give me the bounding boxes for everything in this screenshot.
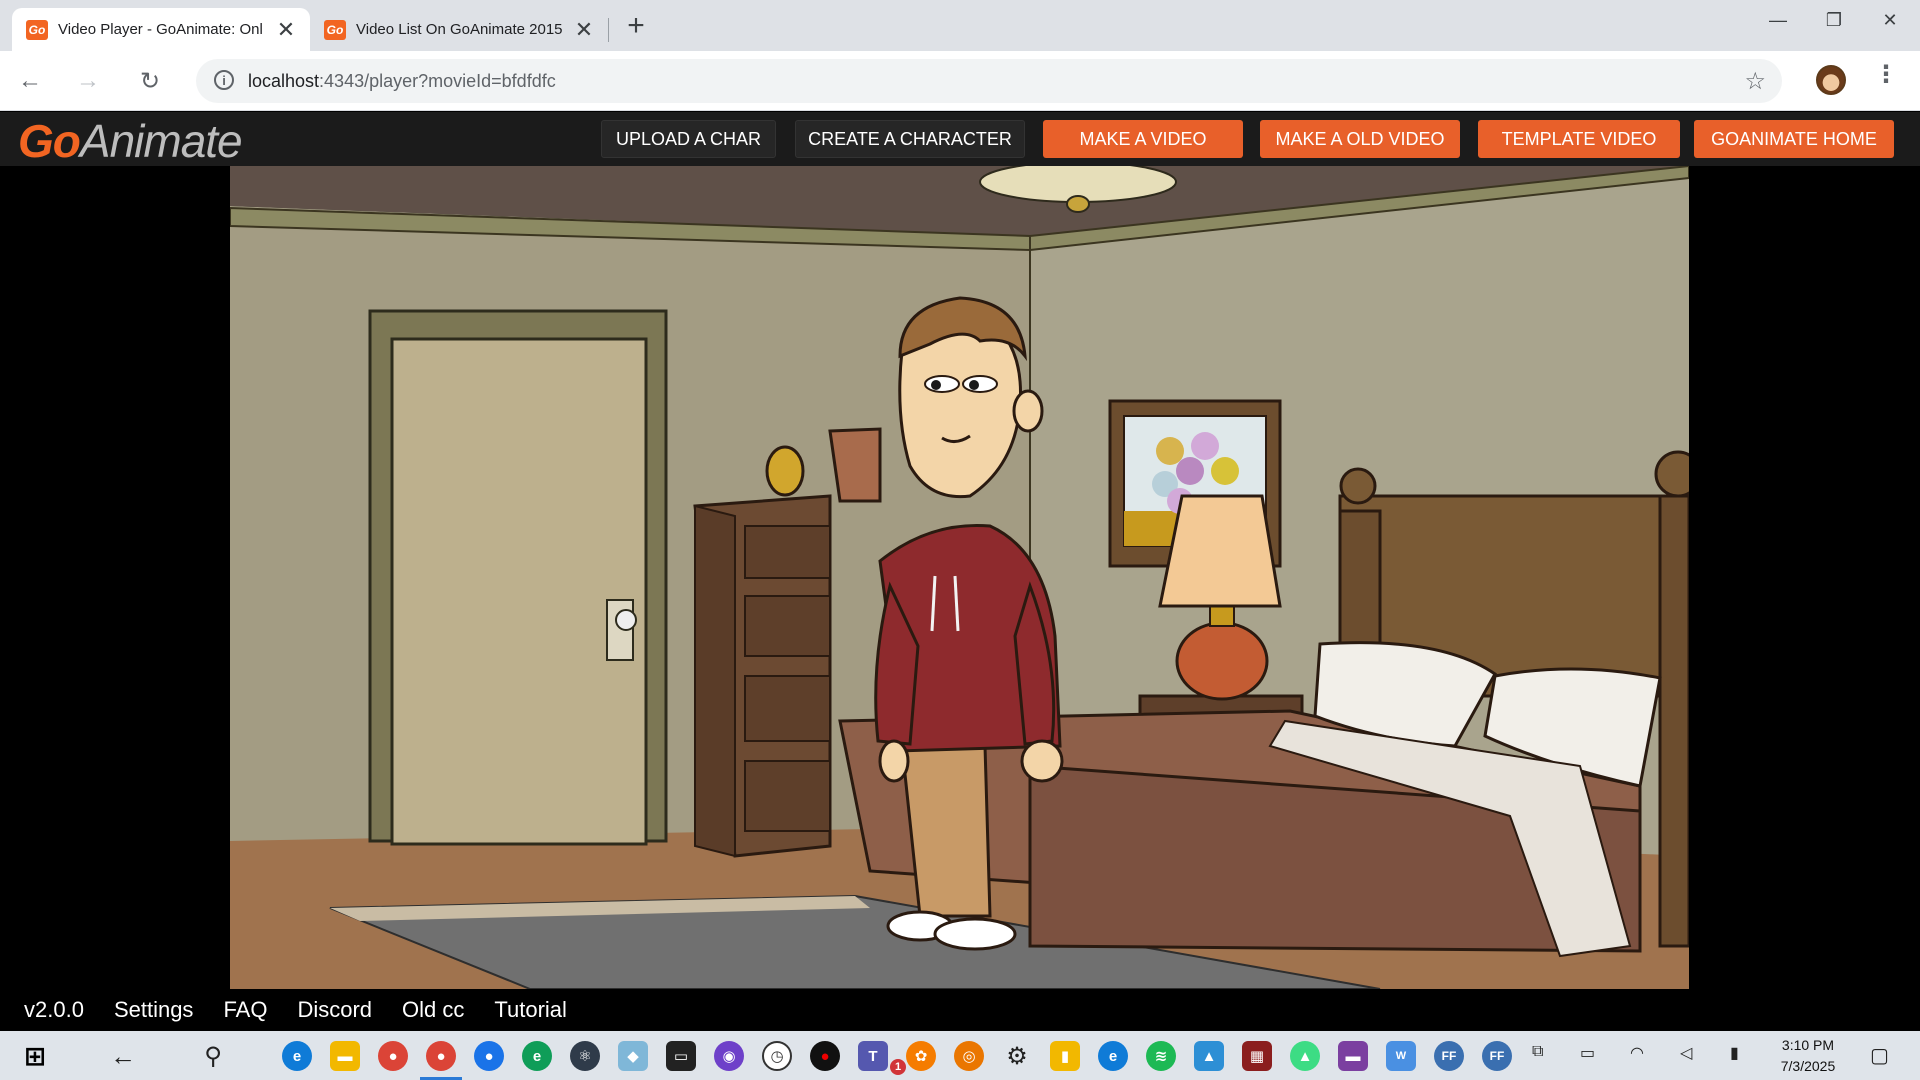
site-info-icon[interactable]: i <box>214 70 234 90</box>
woo-icon[interactable]: W <box>1386 1041 1416 1071</box>
tab-video-list[interactable]: Go Video List On GoAnimate 2015 ✕ <box>310 8 608 51</box>
goanimate-home-button[interactable]: GOANIMATE HOME <box>1694 120 1894 158</box>
tab-separator <box>608 18 609 42</box>
make-a-video-button[interactable]: MAKE A VIDEO <box>1043 120 1243 158</box>
edge-browser-icon[interactable]: e <box>282 1041 312 1071</box>
settings-link[interactable]: Settings <box>114 997 194 1023</box>
clapperboard-icon[interactable]: ▬ <box>1338 1041 1368 1071</box>
notification-badge: 1 <box>890 1059 906 1075</box>
close-window-button[interactable]: ✕ <box>1862 4 1918 36</box>
fl-studio-icon[interactable]: ✿ <box>906 1041 936 1071</box>
file-explorer-icon[interactable]: ▬ <box>330 1041 360 1071</box>
windows-taskbar: ⊞ ← ⚲ e ▬ ● ● ● e ⚛ ◆ ▭ ◉ ◷ ● T 1 ✿ ◎ ⚙ … <box>0 1031 1920 1080</box>
faq-link[interactable]: FAQ <box>223 997 267 1023</box>
electron-icon[interactable]: ⚛ <box>570 1041 600 1071</box>
ffdec-alt-icon[interactable]: FF <box>1482 1041 1512 1071</box>
minimize-button[interactable]: — <box>1750 4 1806 36</box>
bookmark-star-icon[interactable]: ☆ <box>1744 67 1766 96</box>
upload-char-button[interactable]: UPLOAD A CHAR <box>601 120 776 158</box>
battery-icon[interactable]: ▭ <box>1580 1043 1595 1063</box>
taskbar-clock[interactable]: 3:10 PM 7/3/2025 <box>1770 1035 1846 1077</box>
tutorial-link[interactable]: Tutorial <box>494 997 567 1023</box>
ffdec-icon[interactable]: FF <box>1434 1041 1464 1071</box>
new-tab-button[interactable]: + <box>620 10 652 42</box>
restore-button[interactable]: ❐ <box>1806 4 1862 36</box>
site-header: GoAnimate UPLOAD A CHAR CREATE A CHARACT… <box>0 112 1920 168</box>
create-character-button[interactable]: CREATE A CHARACTER <box>795 120 1025 158</box>
url-host: localhost <box>248 71 320 91</box>
video-player-stage[interactable] <box>230 166 1689 989</box>
settings-gear-icon[interactable]: ⚙ <box>1002 1041 1032 1071</box>
back-arrow-icon[interactable]: ← <box>108 1041 138 1071</box>
make-a-old-video-button[interactable]: MAKE A OLD VIDEO <box>1260 120 1460 158</box>
goanimate-favicon-icon: Go <box>324 19 346 40</box>
forward-arrow-icon[interactable]: → <box>72 65 104 97</box>
volume-icon[interactable]: ◁ <box>1680 1043 1692 1063</box>
browser-tab-strip: Go Video Player - GoAnimate: Onl ✕ Go Vi… <box>0 0 1920 51</box>
clock-date: 7/3/2025 <box>1780 1058 1836 1074</box>
photos-icon[interactable]: ▲ <box>1194 1041 1224 1071</box>
tab-video-player[interactable]: Go Video Player - GoAnimate: Onl ✕ <box>12 8 310 51</box>
tab-title: Video Player - GoAnimate: Onl <box>58 21 263 38</box>
winrar-icon[interactable]: ▦ <box>1242 1041 1272 1071</box>
browser-toolbar: ← → ↻ i localhost:4343/player?movieId=bf… <box>0 51 1920 111</box>
reload-icon[interactable]: ↻ <box>134 65 166 97</box>
chrome-icon[interactable]: ● <box>378 1041 408 1071</box>
android-icon[interactable]: ▲ <box>1290 1041 1320 1071</box>
back-arrow-icon[interactable]: ← <box>14 65 46 97</box>
logo-go: Go <box>18 115 81 167</box>
goanimate-logo[interactable]: GoAnimate <box>18 114 243 168</box>
teams-icon[interactable]: T <box>858 1041 888 1071</box>
site-footer: v2.0.0 Settings FAQ Discord Old cc Tutor… <box>0 989 1920 1031</box>
wifi-icon[interactable]: ◠ <box>1630 1043 1644 1063</box>
close-tab-icon[interactable]: ✕ <box>274 17 298 42</box>
action-center-icon[interactable]: ▢ <box>1870 1043 1889 1068</box>
edge-beta-icon[interactable]: e <box>1098 1041 1128 1071</box>
url-text[interactable]: localhost:4343/player?movieId=bfdfdfc <box>248 71 556 92</box>
spotify-icon[interactable]: ≋ <box>1146 1041 1176 1071</box>
edge-green-icon[interactable]: e <box>522 1041 552 1071</box>
windows-start-icon[interactable]: ⊞ <box>20 1041 50 1071</box>
app-icon[interactable]: ◆ <box>618 1041 648 1071</box>
taskbar-tray-icon[interactable]: ⧉ <box>1532 1043 1543 1061</box>
microphone-icon[interactable]: ▮ <box>1730 1043 1739 1063</box>
logo-animate: Animate <box>79 115 243 167</box>
profile-avatar[interactable] <box>1816 65 1846 95</box>
blender-icon[interactable]: ◎ <box>954 1041 984 1071</box>
address-bar[interactable]: i localhost:4343/player?movieId=bfdfdfc … <box>196 59 1782 103</box>
template-video-button[interactable]: TEMPLATE VIDEO <box>1478 120 1680 158</box>
old-cc-link[interactable]: Old cc <box>402 997 464 1023</box>
chrome-active-icon[interactable]: ● <box>426 1041 456 1071</box>
discord-link[interactable]: Discord <box>297 997 372 1023</box>
github-icon[interactable]: ◉ <box>714 1041 744 1071</box>
tab-title: Video List On GoAnimate 2015 <box>356 21 563 38</box>
close-tab-icon[interactable]: ✕ <box>572 17 596 42</box>
chrome-blue-icon[interactable]: ● <box>474 1041 504 1071</box>
clock-time: 3:10 PM <box>1781 1037 1835 1053</box>
url-path: :4343/player?movieId=bfdfdfc <box>319 71 556 91</box>
terminal-icon[interactable]: ▭ <box>666 1041 696 1071</box>
record-icon[interactable]: ● <box>810 1041 840 1071</box>
notes-icon[interactable]: ▮ <box>1050 1041 1080 1071</box>
clock-app-icon[interactable]: ◷ <box>762 1041 792 1071</box>
bedroom-scene-image <box>230 166 1689 989</box>
browser-menu-icon[interactable]: ⋮ <box>1874 63 1898 87</box>
version-label: v2.0.0 <box>24 997 84 1022</box>
search-icon[interactable]: ⚲ <box>198 1041 228 1071</box>
goanimate-favicon-icon: Go <box>26 19 48 40</box>
